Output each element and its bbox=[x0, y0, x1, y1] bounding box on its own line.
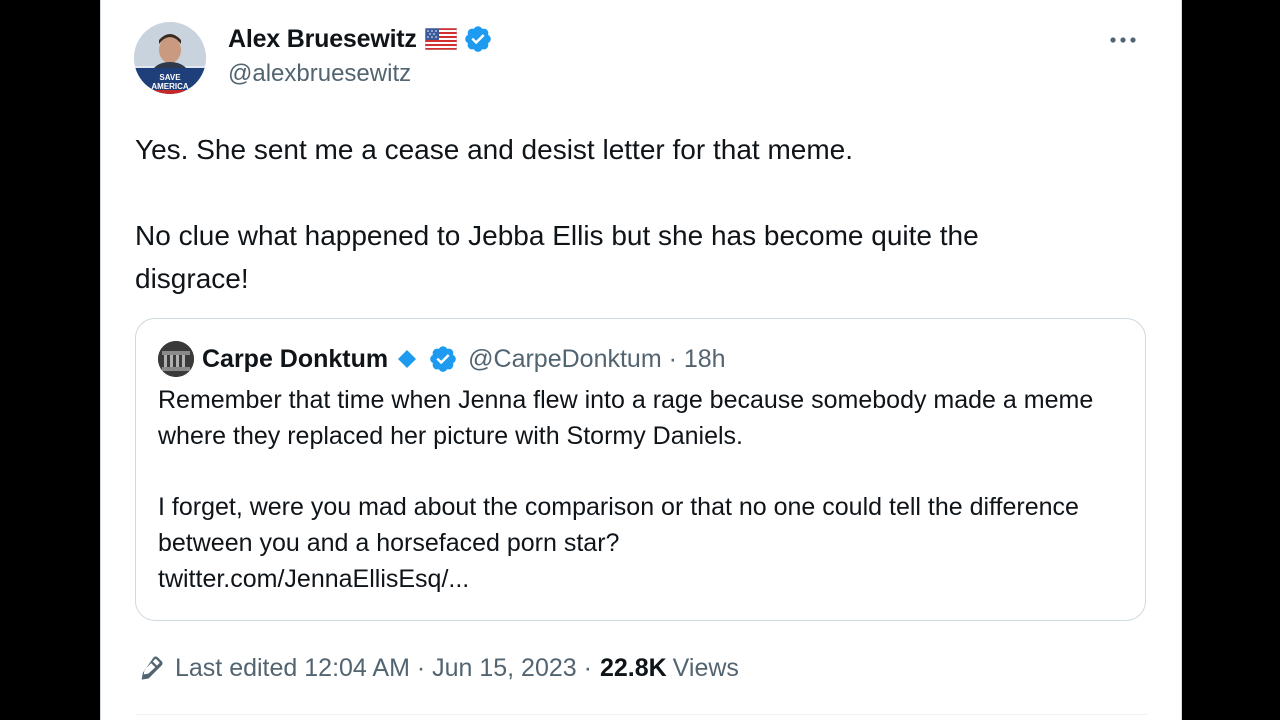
verified-badge-icon[interactable] bbox=[463, 24, 493, 54]
more-options-icon bbox=[1110, 37, 1136, 43]
svg-text:SAVE: SAVE bbox=[159, 73, 181, 82]
views-label: Views bbox=[672, 653, 739, 682]
last-edited-text[interactable]: Last edited 12:04 AM · Jun 15, 2023 · bbox=[175, 654, 592, 683]
quoted-author-handle-time[interactable]: @CarpeDonktum · 18h bbox=[468, 345, 725, 374]
quoted-link[interactable]: twitter.com/JennaEllisEsq/... bbox=[158, 565, 469, 593]
divider bbox=[135, 714, 1147, 715]
tweet-line-2: No clue what happened to Jebba Ellis but… bbox=[135, 220, 979, 294]
tweet-meta: Last edited 12:04 AM · Jun 15, 2023 · 22… bbox=[137, 651, 739, 685]
quoted-tweet[interactable]: Carpe Donktum @CarpeDonktum · 18h Rememb… bbox=[135, 318, 1146, 621]
views-count[interactable]: 22.8K bbox=[600, 654, 667, 683]
quoted-author-name[interactable]: Carpe Donktum bbox=[202, 345, 388, 374]
quoted-tweet-header: Carpe Donktum @CarpeDonktum · 18h bbox=[158, 341, 726, 377]
quoted-para-2: I forget, were you mad about the compari… bbox=[158, 493, 1079, 557]
author-name[interactable]: Alex Bruesewitz bbox=[228, 25, 417, 54]
author-handle[interactable]: @alexbruesewitz bbox=[228, 60, 411, 88]
pencil-icon[interactable] bbox=[137, 654, 165, 682]
quoted-tweet-text: Remember that time when Jenna flew into … bbox=[158, 382, 1128, 597]
quoted-author-avatar[interactable] bbox=[158, 341, 194, 377]
author-name-row: Alex Bruesewitz bbox=[228, 22, 493, 56]
verified-badge-icon[interactable] bbox=[428, 344, 458, 374]
quoted-para-1: Remember that time when Jenna flew into … bbox=[158, 386, 1094, 450]
blue-diamond-icon bbox=[396, 348, 418, 370]
tweet-card: SAVE AMERICA Alex Bruesewitz @alexbruese… bbox=[100, 0, 1182, 720]
tweet-text: Yes. She sent me a cease and desist lett… bbox=[135, 128, 1095, 300]
svg-text:AMERICA: AMERICA bbox=[151, 82, 189, 91]
tweet-line-1: Yes. She sent me a cease and desist lett… bbox=[135, 134, 854, 165]
more-options-button[interactable] bbox=[1105, 22, 1141, 58]
us-flag-icon bbox=[424, 27, 458, 51]
author-avatar[interactable]: SAVE AMERICA bbox=[134, 22, 206, 94]
